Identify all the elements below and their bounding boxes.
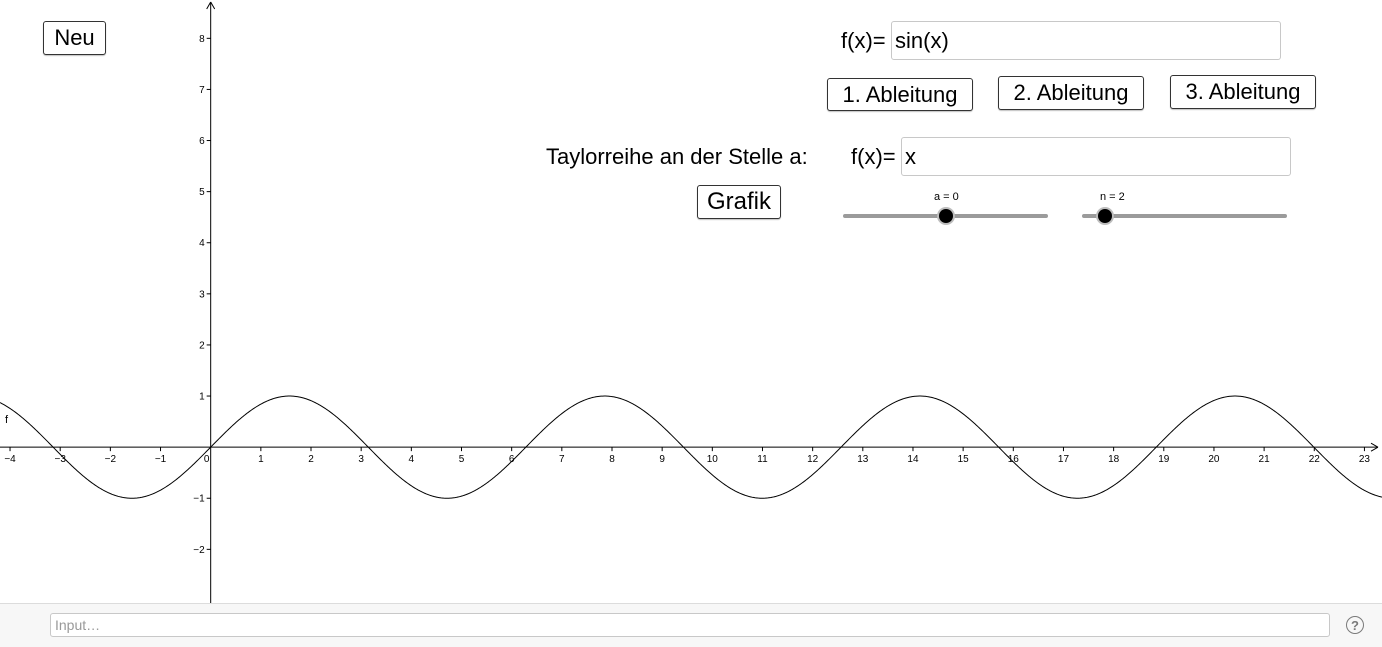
x-tick-label: 1 <box>258 454 264 465</box>
x-tick-label: 0 <box>204 454 210 465</box>
algebra-input[interactable] <box>50 613 1330 637</box>
first-derivative-button[interactable]: 1. Ableitung <box>827 78 973 111</box>
y-tick-label: 2 <box>199 340 205 351</box>
y-tick-label: 5 <box>199 187 205 198</box>
slider-n-knob[interactable] <box>1097 209 1112 223</box>
x-tick-label: 10 <box>707 454 719 465</box>
function-input-value: sin(x) <box>895 27 949 53</box>
graphics-view[interactable]: −4 −3 −2 −1 0 1 2 3 4 5 6 7 8 9 10 11 12 13 14 15 16 17 18 19 20… <box>0 0 1382 603</box>
slider-n[interactable] <box>1082 202 1287 226</box>
x-tick-label: 3 <box>358 454 364 465</box>
function-label: f(x)= <box>841 28 886 53</box>
y-tick-label: 7 <box>199 85 205 96</box>
x-tick-label: 9 <box>659 454 665 465</box>
x-tick-label: −3 <box>54 454 66 465</box>
x-tick-label: −4 <box>4 454 16 465</box>
x-tick-label: 14 <box>907 454 919 465</box>
y-tick-label: 3 <box>199 289 205 300</box>
x-tick-label: 7 <box>559 454 565 465</box>
function-input[interactable]: sin(x) <box>891 21 1281 60</box>
x-tick-label: 5 <box>459 454 465 465</box>
input-bar: ? <box>0 603 1382 647</box>
second-derivative-button[interactable]: 2. Ableitung <box>998 76 1144 110</box>
x-tick-label: 23 <box>1359 454 1371 465</box>
x-tick-label: −2 <box>105 454 117 465</box>
function-label-f: f <box>5 414 9 426</box>
x-tick-label: 16 <box>1008 454 1020 465</box>
third-derivative-button[interactable]: 3. Ableitung <box>1170 75 1316 109</box>
taylor-caption: Taylorreihe an der Stelle a: <box>546 144 808 169</box>
x-tick-label: 13 <box>857 454 869 465</box>
slider-a[interactable] <box>843 202 1048 226</box>
x-tick-label: −1 <box>155 454 167 465</box>
graph-button[interactable]: Grafik <box>697 185 781 219</box>
x-tick-label: 22 <box>1309 454 1321 465</box>
y-tick-label: 4 <box>199 238 205 249</box>
slider-a-knob[interactable] <box>938 209 953 223</box>
x-tick-label: 18 <box>1108 454 1120 465</box>
x-tick-label: 17 <box>1058 454 1070 465</box>
x-tick-label: 11 <box>757 454 768 465</box>
slider-n-track[interactable] <box>1082 214 1287 218</box>
taylor-input[interactable]: x <box>901 137 1291 176</box>
y-tick-label: 6 <box>199 136 205 147</box>
y-tick-label: −1 <box>193 494 205 505</box>
x-tick-label: 4 <box>409 454 415 465</box>
x-tick-label: 20 <box>1208 454 1220 465</box>
y-tick-label: −2 <box>193 545 205 556</box>
taylor-input-value: x <box>905 143 916 169</box>
x-tick-label: 19 <box>1158 454 1170 465</box>
x-tick-label: 2 <box>308 454 314 465</box>
question-mark-icon[interactable]: ? <box>1346 616 1364 634</box>
y-tick-label: 1 <box>199 392 205 403</box>
new-button[interactable]: Neu <box>43 21 106 55</box>
x-tick-label: 15 <box>958 454 970 465</box>
x-tick-label: 12 <box>807 454 819 465</box>
taylor-label: f(x)= <box>851 144 896 169</box>
x-tick-label: 21 <box>1259 454 1271 465</box>
y-tick-label: 8 <box>199 34 205 45</box>
geogebra-app: −4 −3 −2 −1 0 1 2 3 4 5 6 7 8 9 10 11 12 13 14 15 16 17 18 19 20… <box>0 0 1382 647</box>
x-tick-label: 8 <box>609 454 615 465</box>
